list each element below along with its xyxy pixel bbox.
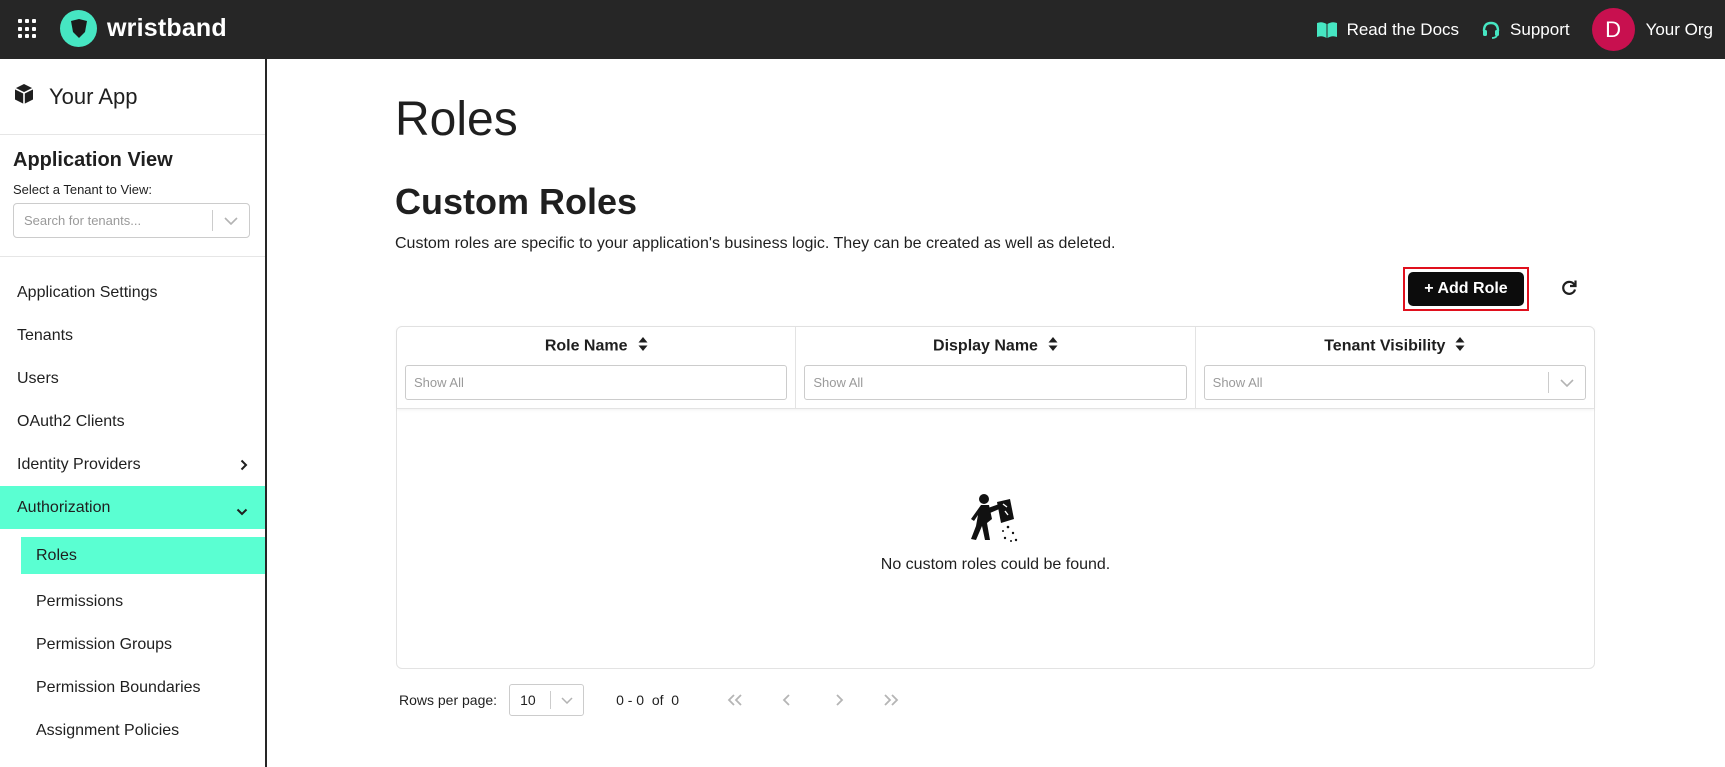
column-header-display-name[interactable]: Display Name [796, 336, 1194, 357]
sidebar-item-permission-groups[interactable]: Permission Groups [0, 623, 265, 666]
brand-logo[interactable]: wristband [60, 10, 227, 47]
sidebar-item-label: Application Settings [17, 283, 158, 301]
sidebar-item-oauth2-clients[interactable]: OAuth2 Clients [0, 400, 265, 443]
rows-per-page-value: 10 [520, 692, 536, 708]
sort-icon[interactable] [638, 336, 648, 357]
sidebar-item-label: Permission Boundaries [36, 678, 201, 696]
empty-trash-icon [970, 493, 1020, 545]
sidebar-item-label: Identity Providers [17, 455, 141, 473]
sidebar: Your App Application View Select a Tenan… [0, 59, 267, 767]
section-title: Custom Roles [395, 181, 638, 222]
previous-page-icon[interactable] [776, 689, 798, 711]
column-header-role-name[interactable]: Role Name [397, 336, 795, 357]
filter-placeholder: Show All [414, 375, 464, 390]
sidebar-item-label: Roles [36, 546, 77, 564]
headset-icon [1481, 20, 1501, 40]
sidebar-item-label: Assignment Policies [36, 721, 180, 739]
chevron-right-icon [240, 458, 248, 476]
sidebar-item-permission-boundaries[interactable]: Permission Boundaries [0, 666, 265, 709]
support-label: Support [1510, 19, 1570, 39]
sidebar-item-users[interactable]: Users [0, 357, 265, 400]
rows-per-page-select[interactable]: 10 [509, 684, 585, 716]
column-label: Display Name [933, 337, 1038, 355]
sidebar-item-label: Permissions [36, 592, 124, 610]
role-name-filter-input[interactable]: Show All [405, 365, 788, 400]
filter-placeholder: Show All [813, 375, 864, 390]
first-page-icon[interactable] [724, 689, 746, 711]
tenant-select-label: Select a Tenant to View: [13, 182, 153, 197]
book-icon [1316, 21, 1338, 39]
app-header[interactable]: Your App [0, 59, 265, 135]
add-role-highlight: + Add Role [1403, 267, 1529, 311]
cube-icon [13, 83, 35, 110]
tenant-visibility-filter-select[interactable]: Show All [1203, 365, 1586, 400]
sidebar-item-application-settings[interactable]: Application Settings [0, 271, 265, 314]
sidebar-item-assignment-policies[interactable]: Assignment Policies [0, 709, 265, 752]
brand-name: wristband [107, 14, 227, 42]
next-page-icon[interactable] [828, 689, 850, 711]
sidebar-item-permissions[interactable]: Permissions [0, 580, 265, 623]
chevron-down-icon[interactable] [1549, 378, 1585, 387]
sidebar-nav: Application Settings Tenants Users OAuth… [0, 257, 265, 752]
tenant-search-placeholder: Search for tenants... [24, 213, 142, 228]
column-header-tenant-visibility[interactable]: Tenant Visibility [1196, 336, 1594, 357]
top-bar: wristband Read the Docs Support D Your O… [0, 0, 1725, 59]
read-docs-label: Read the Docs [1346, 19, 1460, 39]
rows-per-page-label: Rows per page: [399, 692, 498, 708]
add-role-button[interactable]: + Add Role [1408, 272, 1524, 306]
column-label: Tenant Visibility [1324, 337, 1446, 355]
sidebar-item-label: Tenants [17, 326, 74, 344]
chevron-down-icon[interactable] [551, 696, 583, 704]
chevron-down-icon[interactable] [213, 216, 249, 225]
column-tenant-visibility: Tenant Visibility Show All [1196, 327, 1594, 408]
sort-icon[interactable] [1048, 336, 1058, 357]
sort-icon[interactable] [1455, 336, 1465, 357]
section-description: Custom roles are specific to your applic… [395, 235, 1116, 252]
refresh-icon[interactable] [1560, 279, 1578, 297]
chevron-down-icon [236, 503, 248, 521]
filter-placeholder: Show All [1212, 375, 1263, 390]
sidebar-item-roles[interactable]: Roles [21, 537, 265, 574]
read-docs-link[interactable]: Read the Docs [1316, 20, 1459, 40]
column-label: Role Name [544, 337, 628, 355]
display-name-filter-input[interactable]: Show All [804, 365, 1187, 400]
sidebar-item-label: OAuth2 Clients [17, 412, 125, 430]
column-role-name: Role Name Show All [397, 327, 797, 408]
empty-state-message: No custom roles could be found. [880, 556, 1111, 573]
column-display-name: Display Name Show All [796, 327, 1196, 408]
authorization-submenu: Roles Permissions Permission Groups Perm… [0, 529, 265, 752]
application-view-title: Application View [13, 149, 173, 171]
roles-table: Role Name Show All Display Name Show All… [396, 326, 1595, 669]
table-header: Role Name Show All Display Name Show All… [397, 327, 1594, 409]
sidebar-item-tenants[interactable]: Tenants [0, 314, 265, 357]
support-link[interactable]: Support [1481, 20, 1570, 40]
tenant-search-select[interactable]: Search for tenants... [13, 203, 250, 238]
page-range: 0 - 0 of 0 [616, 692, 680, 708]
sidebar-item-identity-providers[interactable]: Identity Providers [0, 443, 265, 486]
app-name: Your App [49, 83, 138, 109]
shield-logo-icon [60, 10, 97, 47]
pagination: Rows per page: 10 0 - 0 of 0 [395, 684, 995, 716]
sidebar-item-label: Users [17, 369, 59, 387]
org-name[interactable]: Your Org [1646, 20, 1713, 40]
sidebar-item-authorization[interactable]: Authorization [0, 486, 265, 529]
empty-state: No custom roles could be found. [397, 409, 1594, 668]
page-title: Roles [395, 93, 518, 146]
sidebar-item-label: Permission Groups [36, 635, 173, 653]
last-page-icon[interactable] [880, 689, 902, 711]
application-view-panel: Application View Select a Tenant to View… [0, 135, 265, 257]
avatar[interactable]: D [1591, 8, 1635, 51]
sidebar-item-label: Authorization [17, 498, 111, 516]
app-grid-icon[interactable] [18, 19, 38, 39]
